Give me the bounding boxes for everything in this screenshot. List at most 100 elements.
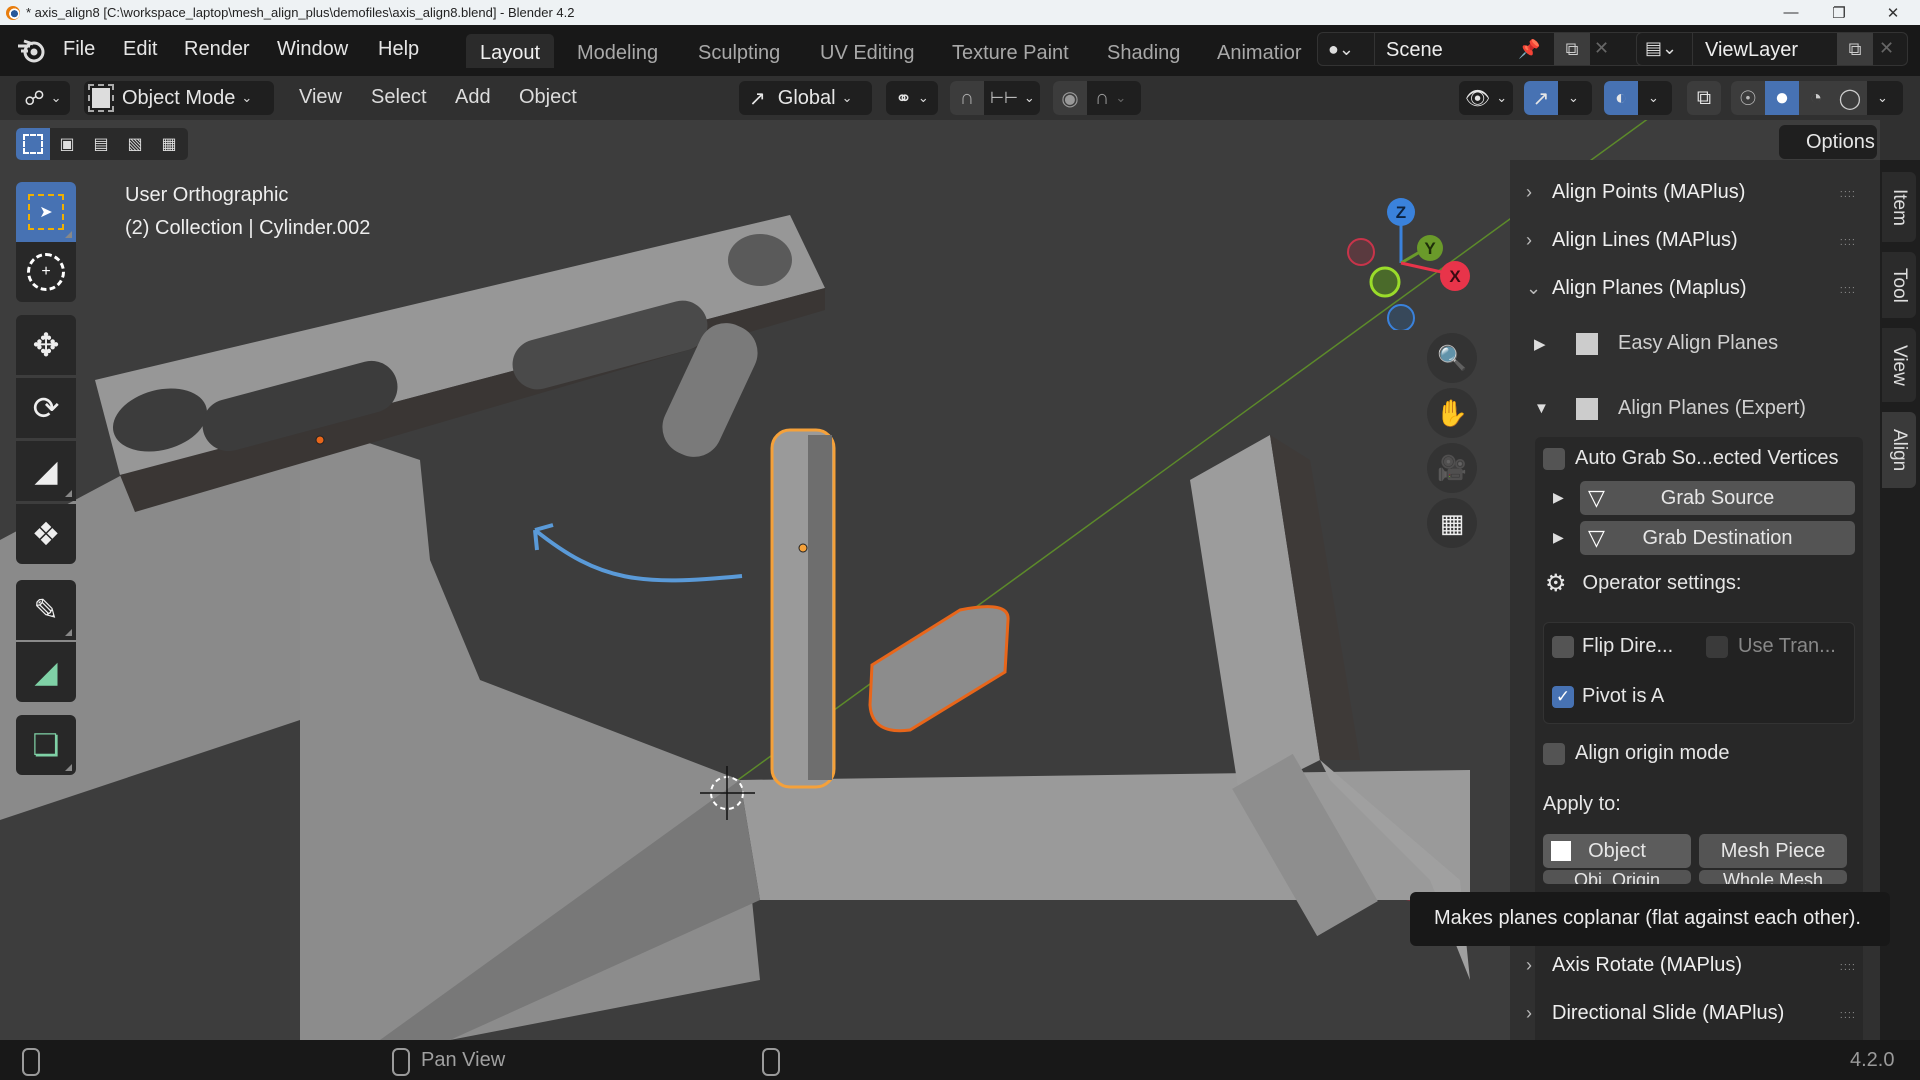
checkbox[interactable] [1543, 447, 1565, 470]
scene-name-field[interactable]: Scene [1386, 39, 1443, 62]
scene-icon[interactable]: ●⌄ [1328, 39, 1354, 60]
measure-tool[interactable]: ◢ [16, 642, 76, 702]
viewlayer-name-field[interactable]: ViewLayer [1705, 39, 1798, 62]
tab-texture-paint[interactable]: Texture Paint [938, 34, 1083, 68]
menu-view[interactable]: View [299, 86, 342, 109]
select-intersect-icon[interactable]: ▦ [152, 128, 186, 160]
select-invert-icon[interactable]: ▧ [118, 128, 152, 160]
tab-layout[interactable]: Layout [466, 34, 555, 68]
menu-render[interactable]: Render [184, 38, 250, 61]
apply-mesh-piece-button[interactable]: Mesh Piece [1699, 834, 1847, 868]
flip-direction-checkbox[interactable]: Flip Dire... [1552, 635, 1673, 658]
overlays-toggle-icon[interactable]: ◐ [1604, 81, 1638, 115]
tab-sculpting[interactable]: Sculpting [684, 34, 794, 68]
subpanel-align-planes-expert[interactable]: ▼ Align Planes (Expert) [1534, 397, 1806, 420]
snap-toggle-magnet-icon[interactable]: ∩ [950, 81, 984, 115]
drag-handle-icon[interactable]: :::: [1840, 188, 1856, 200]
drag-handle-icon[interactable]: :::: [1840, 961, 1856, 973]
close-window-button[interactable]: ✕ [1870, 0, 1916, 25]
drag-handle-icon[interactable]: :::: [1840, 1009, 1856, 1021]
panel-align-lines[interactable]: › Align Lines (MAPlus) [1526, 229, 1738, 252]
zoom-view-button[interactable]: 🔍 [1427, 333, 1477, 383]
snap-increment-icon[interactable]: ⊢⊢ [990, 88, 1018, 108]
panel-axis-rotate[interactable]: › Axis Rotate (MAPlus) [1526, 954, 1742, 977]
annotate-tool[interactable]: ✎ [16, 580, 76, 640]
pivot-point-dropdown[interactable]: ⚭ ⌄ [886, 81, 938, 115]
tab-animation[interactable]: Animatior [1203, 34, 1319, 68]
move-tool[interactable]: ✥ [16, 315, 76, 375]
maximize-button[interactable]: ❐ [1816, 0, 1862, 25]
subpanel-easy-align-planes[interactable]: ▶ Easy Align Planes [1534, 332, 1778, 355]
editor-type-button[interactable]: ☍ ⌄ [16, 81, 70, 115]
menu-select[interactable]: Select [371, 86, 427, 109]
new-scene-icon[interactable]: ⧉ [1554, 33, 1590, 65]
tab-tool[interactable]: Tool [1882, 252, 1916, 318]
blender-menu-icon[interactable] [16, 36, 46, 69]
select-new-icon[interactable] [16, 128, 50, 160]
select-box-tool[interactable]: ➤ [16, 182, 76, 242]
transform-tool[interactable]: ❖ [16, 504, 76, 564]
overlays-dropdown[interactable]: ⌄ [1648, 90, 1659, 106]
options-dropdown[interactable]: Options⌄ [1779, 125, 1877, 159]
pin-icon[interactable]: 📌 [1518, 39, 1540, 60]
rotate-tool[interactable]: ⟳ [16, 378, 76, 438]
grab-source-button[interactable]: ▽ Grab Source [1580, 481, 1855, 515]
toggle-ortho-button[interactable]: ▦ [1427, 498, 1477, 548]
falloff-curve-icon[interactable]: ∩ [1095, 87, 1109, 110]
checkbox-checked[interactable]: ✓ [1552, 685, 1574, 708]
cursor-tool[interactable]: + [16, 242, 76, 302]
gizmo-dropdown[interactable]: ⌄ [1568, 90, 1579, 106]
tab-view[interactable]: View [1882, 328, 1916, 402]
triangle-right-icon[interactable]: ▶ [1553, 489, 1564, 506]
apply-whole-mesh-button[interactable]: Whole Mesh [1699, 870, 1847, 884]
panel-align-points[interactable]: › Align Points (MAPlus) [1526, 181, 1745, 204]
xray-toggle-icon[interactable]: ⧉ [1687, 81, 1721, 115]
select-extend-icon[interactable]: ▣ [50, 128, 84, 160]
material-shading-icon[interactable]: ◔ [1799, 81, 1833, 115]
selectability-visibility-dropdown[interactable]: 👁 ⌄ [1459, 81, 1513, 115]
delete-viewlayer-icon[interactable]: ✕ [1879, 38, 1894, 59]
viewlayer-icon[interactable]: ▤⌄ [1645, 38, 1677, 59]
tab-modeling[interactable]: Modeling [563, 34, 672, 68]
shading-dropdown[interactable]: ⌄ [1877, 90, 1888, 106]
panel-align-planes[interactable]: ⌄ Align Planes (Maplus) [1526, 277, 1747, 300]
checkbox[interactable] [1543, 742, 1565, 765]
menu-help[interactable]: Help [378, 38, 419, 61]
panel-directional-slide[interactable]: › Directional Slide (MAPlus) [1526, 1002, 1784, 1025]
rendered-shading-icon[interactable]: ◯ [1833, 81, 1867, 115]
tab-shading[interactable]: Shading [1093, 34, 1194, 68]
gizmo-toggle-icon[interactable]: ↗ [1524, 81, 1558, 115]
pan-view-button[interactable]: ✋ [1427, 388, 1477, 438]
menu-object[interactable]: Object [519, 86, 577, 109]
navigation-gizmo[interactable]: Z Y X [1330, 190, 1500, 332]
menu-file[interactable]: File [63, 38, 95, 61]
triangle-right-icon[interactable]: ▶ [1553, 529, 1564, 546]
mode-dropdown[interactable]: Object Mode ⌄ [84, 81, 274, 115]
pivot-is-a-checkbox[interactable]: ✓ Pivot is A [1552, 685, 1664, 708]
menu-add[interactable]: Add [455, 86, 491, 109]
scale-tool[interactable]: ◢ [16, 441, 76, 501]
delete-scene-icon[interactable]: ✕ [1594, 38, 1609, 59]
minimize-button[interactable]: — [1768, 0, 1814, 25]
grab-destination-button[interactable]: ▽ Grab Destination [1580, 521, 1855, 555]
proportional-edit-icon[interactable]: ◉ [1053, 81, 1087, 115]
add-cube-tool[interactable]: ❏ [16, 715, 76, 775]
drag-handle-icon[interactable]: :::: [1840, 284, 1856, 296]
wireframe-shading-icon[interactable]: ☉ [1731, 81, 1765, 115]
drag-handle-icon[interactable]: :::: [1840, 236, 1856, 248]
checkbox[interactable] [1552, 635, 1574, 658]
tab-uv-editing[interactable]: UV Editing [806, 34, 929, 68]
use-transform-checkbox[interactable]: Use Tran... [1706, 635, 1836, 658]
transform-orientation-dropdown[interactable]: ↗ Global ⌄ [739, 81, 872, 115]
align-origin-mode-checkbox[interactable]: Align origin mode [1543, 742, 1730, 765]
tab-align[interactable]: Align [1882, 412, 1916, 488]
new-viewlayer-icon[interactable]: ⧉ [1837, 33, 1873, 65]
apply-obj-origin-button[interactable]: Obj. Origin [1543, 870, 1691, 884]
apply-object-button[interactable]: Object [1543, 834, 1691, 868]
solid-shading-icon[interactable]: ● [1765, 81, 1799, 115]
select-subtract-icon[interactable]: ▤ [84, 128, 118, 160]
checkbox[interactable] [1706, 635, 1728, 658]
tab-item[interactable]: Item [1882, 172, 1916, 242]
menu-edit[interactable]: Edit [123, 38, 157, 61]
camera-view-button[interactable]: 🎥 [1427, 443, 1477, 493]
